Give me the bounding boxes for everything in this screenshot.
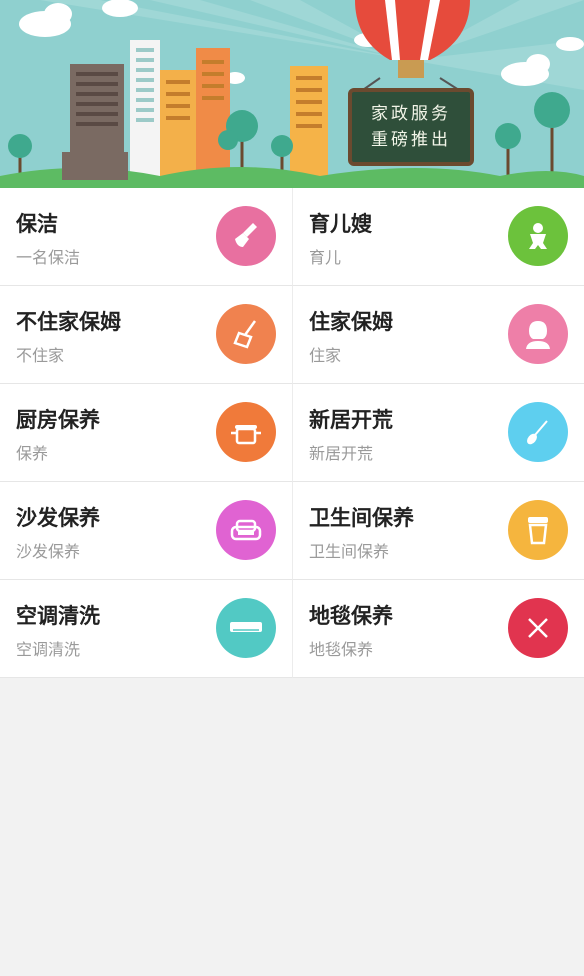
sofa-icon <box>216 500 276 560</box>
service-title: 沙发保养 <box>16 506 100 530</box>
duster-icon <box>508 402 568 462</box>
carpet-icon <box>508 598 568 658</box>
service-subtitle: 一名保洁 <box>16 248 81 267</box>
service-subtitle: 沙发保养 <box>16 542 81 561</box>
broom-icon <box>216 206 276 266</box>
service-title: 空调清洗 <box>16 604 100 628</box>
service-title: 不住家保姆 <box>16 310 121 334</box>
service-title: 地毯保养 <box>309 604 393 628</box>
sweeper-icon <box>216 304 276 364</box>
promo-line-1: 家政服务 <box>371 104 451 124</box>
service-subtitle: 新居开荒 <box>309 444 374 463</box>
service-subtitle: 住家 <box>309 346 342 365</box>
aircon-icon <box>216 598 276 658</box>
service-item-non-resident-maid[interactable]: 不住家保姆 不住家 <box>0 286 292 384</box>
service-title: 厨房保养 <box>16 408 100 432</box>
service-title: 住家保姆 <box>309 310 393 334</box>
service-item-kitchen-care[interactable]: 厨房保养 保养 <box>0 384 292 482</box>
service-item-resident-maid[interactable]: 住家保姆 住家 <box>292 286 584 384</box>
service-item-carpet-care[interactable]: 地毯保养 地毯保养 <box>292 580 584 678</box>
service-title: 保洁 <box>16 212 58 236</box>
promo-board: 家政服务 重磅推出 <box>348 88 474 166</box>
service-title: 卫生间保养 <box>309 506 414 530</box>
service-subtitle: 地毯保养 <box>309 640 374 659</box>
pot-icon <box>216 402 276 462</box>
service-subtitle: 保养 <box>16 444 49 463</box>
toilet-icon <box>508 500 568 560</box>
promo-line-2: 重磅推出 <box>371 130 451 150</box>
service-title: 育儿嫂 <box>309 212 372 236</box>
service-item-bathroom-care[interactable]: 卫生间保养 卫生间保养 <box>292 482 584 580</box>
baby-icon <box>508 206 568 266</box>
city-illustration <box>0 0 584 188</box>
promo-banner[interactable]: 家政服务 重磅推出 <box>0 0 584 188</box>
service-title: 新居开荒 <box>309 408 393 432</box>
service-item-new-home-cleaning[interactable]: 新居开荒 新居开荒 <box>292 384 584 482</box>
service-item-sofa-care[interactable]: 沙发保养 沙发保养 <box>0 482 292 580</box>
service-item-nanny-baby[interactable]: 育儿嫂 育儿 <box>292 188 584 286</box>
service-subtitle: 不住家 <box>16 346 65 365</box>
service-subtitle: 空调清洗 <box>16 640 81 659</box>
person-icon <box>508 304 568 364</box>
service-item-cleaning[interactable]: 保洁 一名保洁 <box>0 188 292 286</box>
service-item-aircon-cleaning[interactable]: 空调清洗 空调清洗 <box>0 580 292 678</box>
service-subtitle: 育儿 <box>309 248 342 267</box>
service-grid: 保洁 一名保洁 育儿嫂 育儿 不住家保姆 不住家 住家保姆 住家 厨房保养 保养 <box>0 188 584 678</box>
service-subtitle: 卫生间保养 <box>309 542 390 561</box>
